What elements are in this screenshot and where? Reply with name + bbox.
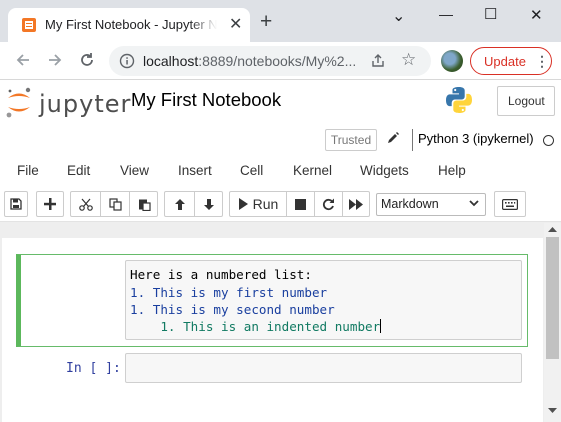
kernel-info-row: Trusted Python 3 (ipykernel) bbox=[0, 125, 561, 157]
notebook-scrollbar[interactable] bbox=[544, 223, 561, 422]
notebook-title[interactable]: My First Notebook bbox=[131, 89, 281, 111]
kernel-name[interactable]: Python 3 (ipykernel) bbox=[418, 131, 534, 146]
arrow-up-icon bbox=[174, 198, 185, 210]
code-cell-input[interactable] bbox=[125, 353, 522, 383]
back-arrow-icon[interactable] bbox=[14, 51, 32, 69]
jupyter-header: jupyter My First Notebook Logout bbox=[0, 81, 561, 125]
editor-line: 1. This is my second number bbox=[130, 302, 335, 317]
menu-widgets[interactable]: Widgets bbox=[360, 163, 409, 178]
notebook-toolbar: Run Markdown bbox=[0, 186, 561, 222]
url-host: localhost bbox=[143, 53, 199, 69]
minimize-icon[interactable]: — bbox=[439, 6, 453, 22]
editor-line: Here is a numbered list: bbox=[130, 267, 312, 282]
scroll-up-arrow-icon[interactable] bbox=[548, 226, 557, 232]
scroll-down-arrow-icon[interactable] bbox=[548, 408, 557, 414]
new-tab-button[interactable]: + bbox=[260, 11, 272, 32]
copy-button[interactable] bbox=[101, 192, 129, 216]
text-cursor bbox=[380, 319, 382, 333]
update-button[interactable]: Update ⋮ bbox=[470, 47, 552, 75]
menu-help[interactable]: Help bbox=[438, 163, 466, 178]
input-prompt: In [ ]: bbox=[66, 361, 121, 376]
url-path: :8889/notebooks/My%2... bbox=[198, 53, 357, 69]
jupyter-logo-text: jupyter bbox=[39, 90, 132, 118]
maximize-icon[interactable]: ☐ bbox=[484, 5, 497, 23]
command-palette-button[interactable] bbox=[494, 191, 526, 217]
avatar[interactable] bbox=[441, 50, 463, 72]
plus-icon bbox=[44, 198, 56, 210]
pencil-icon[interactable] bbox=[386, 131, 400, 145]
editor-line: 1. This is my first number bbox=[130, 285, 328, 300]
stop-icon bbox=[295, 198, 306, 210]
paste-icon bbox=[138, 199, 151, 211]
logout-button[interactable]: Logout bbox=[497, 86, 555, 116]
python-logo-icon bbox=[446, 87, 472, 113]
cut-button[interactable] bbox=[71, 192, 100, 216]
browser-tab-strip: My First Notebook - Jupyter Notebook ✕ +… bbox=[0, 0, 561, 42]
fast-forward-icon bbox=[349, 198, 363, 210]
menu-edit[interactable]: Edit bbox=[67, 163, 90, 178]
kernel-status-indicator bbox=[543, 135, 554, 146]
browser-toolbar: localhost:8889/notebooks/My%2... ☆ Updat… bbox=[0, 42, 561, 80]
move-down-button[interactable] bbox=[195, 192, 223, 216]
jupyter-logo-icon bbox=[6, 87, 31, 118]
info-icon[interactable] bbox=[119, 53, 135, 69]
run-button[interactable]: Run bbox=[230, 192, 286, 216]
update-label: Update bbox=[484, 54, 526, 69]
menu-view[interactable]: View bbox=[120, 163, 149, 178]
play-icon bbox=[238, 198, 248, 210]
jupyter-favicon-icon bbox=[22, 18, 36, 32]
scrollbar-thumb[interactable] bbox=[546, 237, 559, 359]
cell-type-select[interactable]: Markdown bbox=[376, 193, 486, 216]
star-icon[interactable]: ☆ bbox=[401, 50, 416, 70]
move-button-group bbox=[164, 191, 223, 217]
menu-cell[interactable]: Cell bbox=[240, 163, 263, 178]
save-button[interactable] bbox=[4, 191, 28, 217]
window-close-icon[interactable]: ✕ bbox=[530, 6, 543, 24]
kernel-separator bbox=[412, 129, 413, 151]
tab-search-icon[interactable]: ⌄ bbox=[392, 6, 405, 26]
restart-run-all-button[interactable] bbox=[343, 192, 370, 216]
browser-tab[interactable]: My First Notebook - Jupyter Notebook ✕ bbox=[8, 8, 250, 42]
trusted-badge[interactable]: Trusted bbox=[325, 129, 377, 151]
menu-bar: File Edit View Insert Cell Kernel Widget… bbox=[0, 157, 561, 185]
keyboard-icon bbox=[502, 198, 518, 210]
chevron-down-icon bbox=[469, 200, 479, 207]
share-icon[interactable] bbox=[370, 53, 386, 69]
menu-kernel[interactable]: Kernel bbox=[293, 163, 332, 178]
run-label: Run bbox=[252, 196, 279, 212]
restart-icon bbox=[322, 198, 334, 210]
interrupt-button[interactable] bbox=[287, 192, 314, 216]
menu-insert[interactable]: Insert bbox=[178, 163, 212, 178]
logout-label: Logout bbox=[508, 94, 545, 108]
address-bar[interactable]: localhost:8889/notebooks/My%2... ☆ bbox=[109, 46, 431, 76]
markdown-cell-editor[interactable]: Here is a numbered list: 1. This is my f… bbox=[125, 260, 522, 340]
cell-type-value: Markdown bbox=[381, 197, 439, 211]
copy-icon bbox=[108, 197, 122, 211]
run-button-group: Run bbox=[229, 191, 370, 217]
jupyter-logo[interactable]: jupyter bbox=[5, 85, 130, 119]
arrow-down-icon bbox=[204, 198, 214, 210]
url-text: localhost:8889/notebooks/My%2... bbox=[143, 53, 356, 69]
reload-icon[interactable] bbox=[78, 51, 96, 69]
paste-button[interactable] bbox=[130, 192, 158, 216]
insert-cell-button[interactable] bbox=[36, 191, 64, 217]
menu-file[interactable]: File bbox=[17, 163, 39, 178]
restart-button[interactable] bbox=[315, 192, 342, 216]
menu-dots-icon[interactable]: ⋮ bbox=[535, 54, 549, 68]
cut-icon bbox=[78, 198, 93, 211]
clipboard-button-group bbox=[70, 191, 158, 217]
move-up-button[interactable] bbox=[165, 192, 194, 216]
tab-close-icon[interactable]: ✕ bbox=[229, 17, 242, 33]
editor-line-with-cursor: 1. This is an indented number bbox=[130, 318, 382, 335]
editor-line-text: 1. This is an indented number bbox=[130, 319, 381, 334]
forward-arrow-icon[interactable] bbox=[46, 51, 64, 69]
save-icon bbox=[10, 198, 22, 210]
tab-title: My First Notebook - Jupyter Notebook bbox=[45, 17, 217, 32]
